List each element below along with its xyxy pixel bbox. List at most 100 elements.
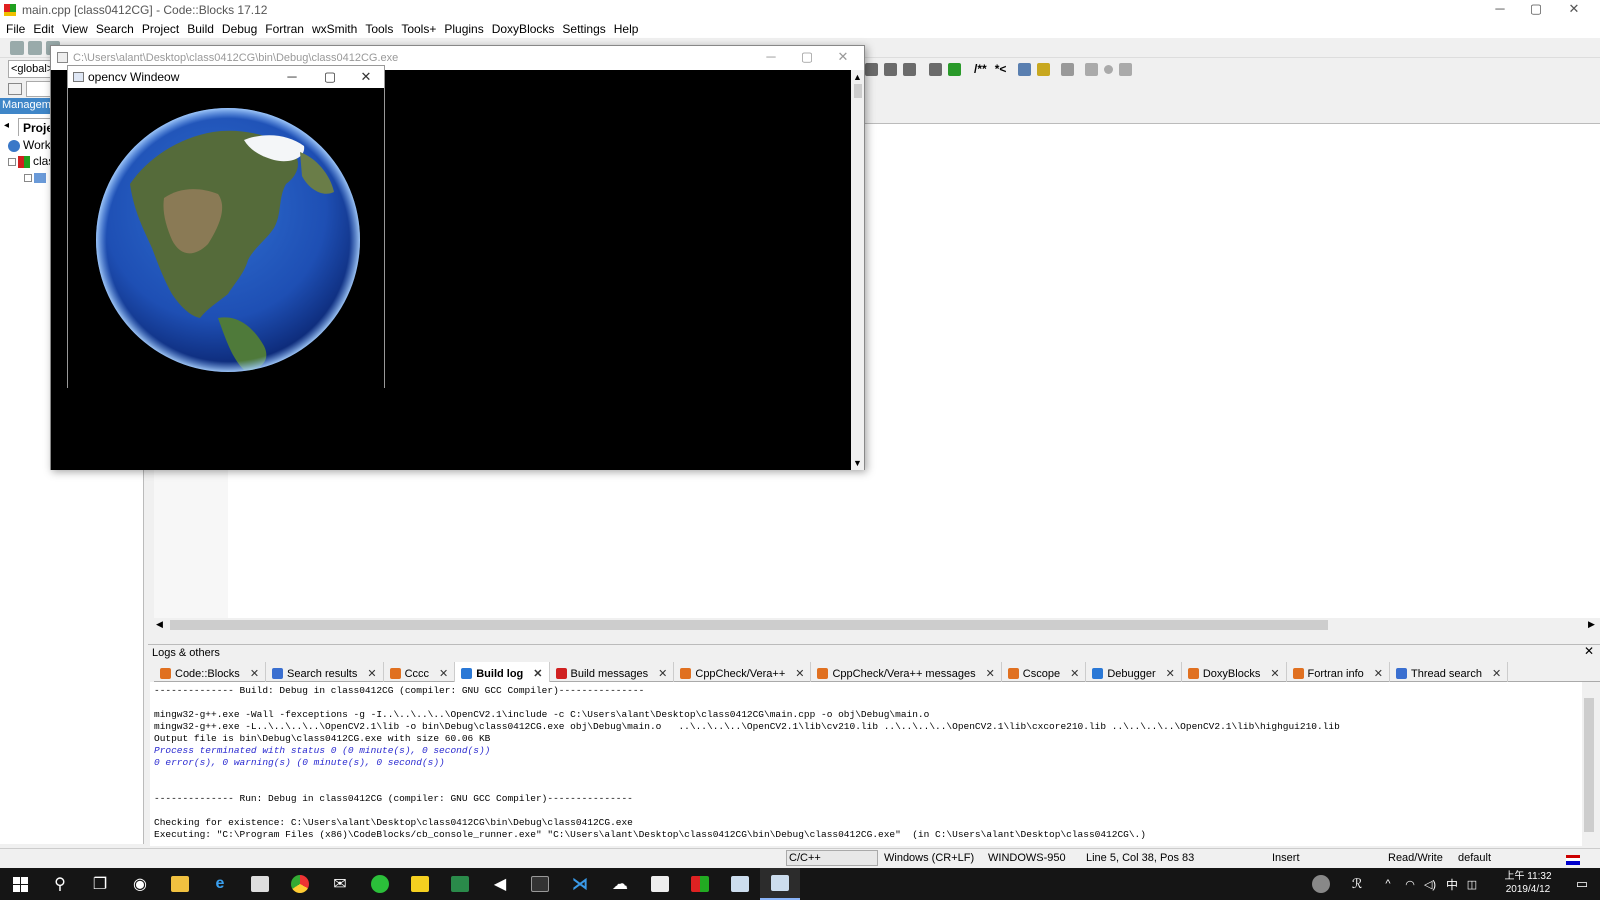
bookmark-clear-icon[interactable]	[903, 62, 916, 76]
close-icon[interactable]: ✕	[533, 667, 542, 680]
log-tab[interactable]: DoxyBlocks ✕	[1182, 662, 1287, 682]
menu-file[interactable]: File	[6, 22, 25, 36]
collapse-toggle-icon[interactable]	[8, 157, 16, 166]
menu-plugins[interactable]: Plugins	[444, 22, 483, 36]
run-html-icon[interactable]	[1018, 62, 1032, 76]
log-tab[interactable]: Cccc ✕	[384, 662, 456, 682]
close-icon[interactable]: ✕	[250, 667, 259, 680]
preferences-icon[interactable]	[1061, 62, 1075, 76]
jump-back-icon[interactable]	[1085, 62, 1099, 76]
close-icon[interactable]: ✕	[439, 667, 448, 680]
taskbar-clock[interactable]: 上午 11:32 2019/4/12	[1500, 870, 1556, 896]
edge-icon[interactable]: e	[200, 868, 240, 900]
close-icon[interactable]: ✕	[1166, 667, 1175, 680]
photos-icon[interactable]	[640, 868, 680, 900]
menu-wxsmith[interactable]: wxSmith	[312, 22, 357, 36]
close-icon[interactable]: ✕	[367, 667, 376, 680]
scroll-down-icon[interactable]: ▼	[851, 458, 864, 468]
open-file-icon[interactable]	[28, 41, 42, 55]
network-icon[interactable]: ◠	[1400, 868, 1420, 900]
menu-help[interactable]: Help	[614, 22, 639, 36]
tab-projects[interactable]: Projects	[18, 118, 70, 136]
log-tab[interactable]: Code::Blocks ✕	[154, 662, 267, 682]
sticky-notes-icon[interactable]	[400, 868, 440, 900]
windows-start-icon[interactable]	[0, 868, 40, 900]
menu-build[interactable]: Build	[187, 22, 214, 36]
log-tab[interactable]: CppCheck/Vera++ ✕	[674, 662, 812, 682]
log-tab[interactable]: Fortran info ✕	[1287, 662, 1391, 682]
console-vscrollbar[interactable]: ▲ ▼	[851, 70, 864, 470]
search-icon[interactable]: ⚲	[40, 868, 80, 900]
scroll-right-icon[interactable]: ▶	[1588, 619, 1595, 630]
block-comment-button[interactable]: /**	[974, 62, 987, 76]
extract-docs-icon[interactable]	[948, 62, 961, 76]
mail-icon[interactable]: ✉	[320, 868, 360, 900]
minimize-button[interactable]: ─	[1482, 0, 1518, 20]
vscode-icon[interactable]: ⋊	[560, 868, 600, 900]
codeblocks-icon[interactable]	[680, 868, 720, 900]
close-icon[interactable]: ✕	[795, 667, 804, 680]
menu-tools-plus[interactable]: Tools+	[401, 22, 436, 36]
bookmark-prev-icon[interactable]	[865, 62, 878, 76]
console-app-icon[interactable]	[760, 868, 800, 900]
console-close-button[interactable]: ✕	[825, 48, 861, 68]
media-icon[interactable]: ◀	[480, 868, 520, 900]
opencv-window[interactable]: opencv Windeow ─ ▢ ✕	[67, 65, 385, 388]
steam-icon[interactable]: ◉	[120, 868, 160, 900]
file-explorer-icon[interactable]	[160, 868, 200, 900]
opencv-close-button[interactable]: ✕	[348, 68, 384, 88]
chrome-icon[interactable]	[280, 868, 320, 900]
menu-doxyblocks[interactable]: DoxyBlocks	[492, 22, 555, 36]
line-icon[interactable]	[360, 868, 400, 900]
log-tab[interactable]: Build log ✕	[455, 662, 550, 682]
scroll-left-icon[interactable]: ◀	[156, 619, 163, 630]
log-vscroll-thumb[interactable]	[1584, 698, 1594, 832]
log-tab[interactable]: CppCheck/Vera++ messages ✕	[811, 662, 1002, 682]
menu-view[interactable]: View	[62, 22, 88, 36]
jump-forward-icon[interactable]	[1119, 62, 1133, 76]
store-icon[interactable]	[240, 868, 280, 900]
new-file-icon[interactable]	[10, 41, 24, 55]
ime-indicator[interactable]: 中	[1442, 868, 1462, 900]
chevron-up-icon[interactable]: ^	[1376, 868, 1400, 900]
volume-icon[interactable]: ◁)	[1420, 868, 1440, 900]
scroll-up-icon[interactable]: ▲	[851, 70, 864, 82]
close-icon[interactable]: ✕	[1374, 667, 1383, 680]
close-icon[interactable]: ✕	[1270, 667, 1279, 680]
terminal-icon[interactable]	[520, 868, 560, 900]
opencv-maximize-button[interactable]: ▢	[312, 68, 348, 88]
user-avatar-icon[interactable]	[1306, 868, 1336, 900]
console-maximize-button[interactable]: ▢	[789, 48, 825, 68]
console-scroll-thumb[interactable]	[853, 84, 862, 98]
menu-tools[interactable]: Tools	[365, 22, 393, 36]
tab-scroll-left-icon[interactable]: ◂	[4, 120, 9, 131]
collapse-toggle-icon[interactable]	[24, 173, 32, 182]
log-tab[interactable]: Build messages ✕	[550, 662, 675, 682]
log-tab[interactable]: Debugger ✕	[1086, 662, 1182, 682]
log-tab[interactable]: Cscope ✕	[1002, 662, 1087, 682]
jump-home-icon[interactable]	[1104, 64, 1114, 74]
input-mode-icon[interactable]: ◫	[1462, 868, 1482, 900]
menu-project[interactable]: Project	[142, 22, 179, 36]
bookmark-next-icon[interactable]	[884, 62, 897, 76]
menu-debug[interactable]: Debug	[222, 22, 257, 36]
close-icon[interactable]: ✕	[658, 667, 667, 680]
notifications-icon[interactable]: ▭	[1568, 868, 1596, 900]
tree-item-sources[interactable]	[24, 170, 46, 184]
log-tab[interactable]: Search results ✕	[266, 662, 384, 682]
line-comment-button[interactable]: *<	[995, 62, 1007, 76]
console-minimize-button[interactable]: ─	[753, 48, 789, 68]
editor-hscroll-thumb[interactable]	[170, 620, 1328, 630]
opencv-minimize-button[interactable]: ─	[274, 68, 310, 88]
menu-fortran[interactable]: Fortran	[265, 22, 304, 36]
log-tab[interactable]: Thread search ✕	[1390, 662, 1509, 682]
restore-button[interactable]: ▢	[1518, 0, 1554, 20]
build-log-output[interactable]: -------------- Build: Debug in class0412…	[150, 682, 1582, 846]
scope-combo[interactable]: <global>	[8, 60, 54, 78]
menu-edit[interactable]: Edit	[33, 22, 54, 36]
run-chm-icon[interactable]	[1037, 62, 1051, 76]
excel-icon[interactable]	[440, 868, 480, 900]
menu-settings[interactable]: Settings	[562, 22, 605, 36]
doxywizard-icon[interactable]	[929, 62, 942, 76]
close-button[interactable]: ✕	[1556, 0, 1592, 20]
